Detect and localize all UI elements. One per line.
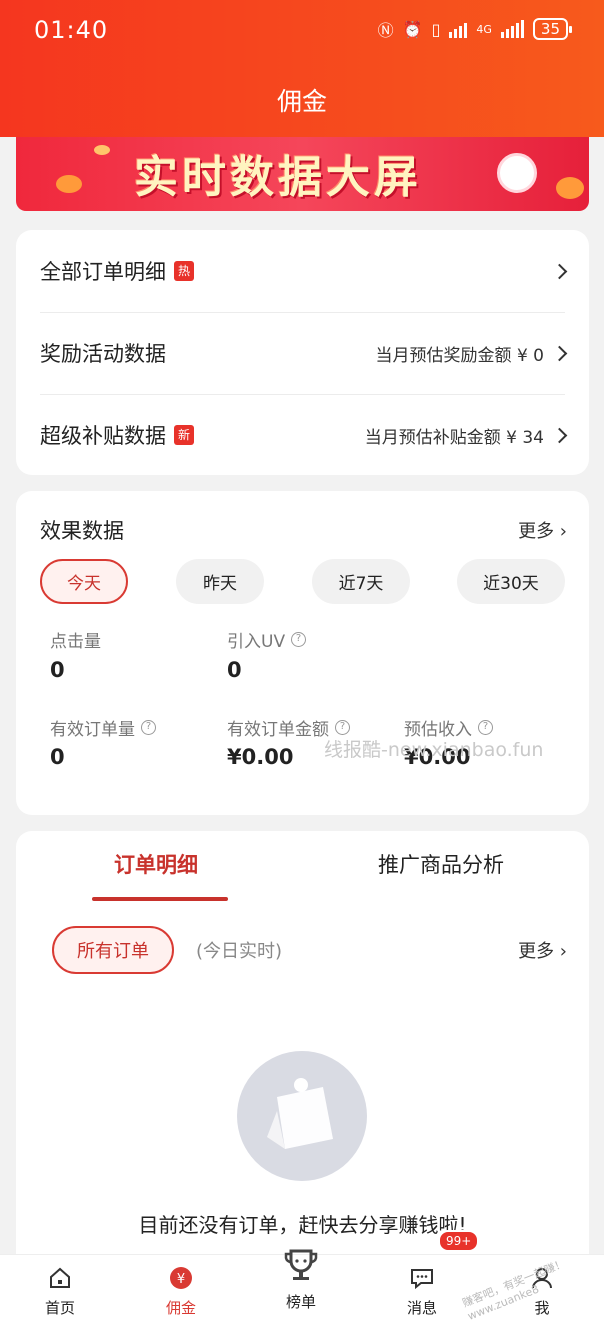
- mascot-icon: [497, 153, 537, 193]
- trophy-icon: [261, 1245, 341, 1285]
- effect-title: 效果数据: [40, 519, 124, 543]
- home-icon: [20, 1265, 100, 1291]
- row-label: 超级补贴数据: [40, 424, 166, 448]
- metric-orders-label: 有效订单量?: [50, 715, 156, 740]
- subsidy-amount: 当月预估补贴金额 ¥ 34: [364, 427, 544, 448]
- watermark-text: 线报酷-new.xianbao.fun: [324, 739, 544, 761]
- message-icon: [382, 1265, 462, 1291]
- metric-clicks-value: 0: [50, 658, 65, 682]
- realtime-hint: (今日实时): [196, 941, 283, 962]
- metric-amount-value: ¥0.00: [227, 745, 294, 769]
- metric-clicks-label: 点击量: [50, 632, 101, 652]
- chevron-right-icon: [551, 345, 568, 361]
- nfc-icon: Ⓝ: [377, 21, 394, 40]
- vibrate-icon: ▯: [431, 19, 441, 39]
- row-right: [544, 263, 568, 279]
- orders-more-link[interactable]: 更多 ›: [518, 937, 567, 963]
- cell-signal-icon: [500, 20, 524, 38]
- super-subsidy-row[interactable]: 超级补贴数据 新 当月预估补贴金额 ¥ 34: [40, 394, 568, 476]
- svg-text:¥: ¥: [177, 1272, 185, 1287]
- metric-uv-label: 引入UV?: [227, 627, 307, 652]
- chevron-right-icon: [551, 427, 568, 443]
- realtime-data-banner[interactable]: 实时数据大屏: [16, 137, 589, 211]
- help-icon[interactable]: ?: [291, 632, 307, 647]
- status-icons: Ⓝ ⏰ ▯ 4G 35: [377, 17, 573, 41]
- metric-uv-value: 0: [227, 658, 242, 682]
- battery-icon: 35: [532, 18, 573, 40]
- data-menu-card: 全部订单明细 热 奖励活动数据 当月预估奖励金额 ¥ 0 超级补贴数据 新 当月…: [16, 230, 589, 475]
- nav-commission[interactable]: ¥ 佣金: [141, 1265, 221, 1318]
- row-right: 当月预估补贴金额 ¥ 34: [364, 423, 568, 448]
- new-tag: 新: [174, 425, 195, 445]
- alarm-icon: ⏰: [402, 19, 423, 39]
- nav-messages[interactable]: 消息: [382, 1265, 462, 1318]
- yuan-icon: ¥: [141, 1265, 221, 1291]
- nav-ranking[interactable]: 榜单: [261, 1245, 341, 1312]
- coin-decoration: [94, 145, 110, 155]
- row-label: 全部订单明细: [40, 260, 166, 284]
- coin-decoration: [556, 177, 584, 199]
- coin-decoration: [56, 175, 82, 193]
- row-right: 当月预估奖励金额 ¥ 0: [375, 341, 568, 366]
- range-30days[interactable]: 近30天: [457, 559, 565, 604]
- effect-data-card: 效果数据 更多 › 今天 昨天 近7天 近30天 点击量 0 引入UV? 0 有…: [16, 491, 589, 815]
- tab-product-analysis[interactable]: 推广商品分析: [378, 849, 504, 879]
- chevron-right-icon: [551, 263, 568, 279]
- reward-activity-row[interactable]: 奖励活动数据 当月预估奖励金额 ¥ 0: [40, 312, 568, 394]
- help-icon[interactable]: ?: [335, 720, 350, 735]
- metric-orders-value: 0: [50, 745, 65, 769]
- banner-title: 实时数据大屏: [134, 152, 422, 203]
- network-type: 4G: [476, 22, 492, 36]
- range-yesterday[interactable]: 昨天: [176, 559, 264, 604]
- wifi-signal-icon: [449, 20, 468, 38]
- range-today[interactable]: 今天: [40, 559, 128, 604]
- app-header: 01:40 Ⓝ ⏰ ▯ 4G 35 佣金: [0, 0, 604, 137]
- all-orders-filter[interactable]: 所有订单: [52, 926, 174, 974]
- empty-orders-icon: [237, 1051, 367, 1181]
- hot-tag: 热: [174, 261, 195, 281]
- tab-order-details[interactable]: 订单明细: [114, 849, 198, 879]
- row-label: 奖励活动数据: [40, 342, 166, 366]
- status-bar: 01:40 Ⓝ ⏰ ▯ 4G 35: [0, 0, 604, 60]
- all-orders-row[interactable]: 全部订单明细 热: [40, 230, 568, 312]
- range-7days[interactable]: 近7天: [312, 559, 410, 604]
- nav-home[interactable]: 首页: [20, 1265, 100, 1318]
- orders-card: 订单明细 推广商品分析 所有订单 (今日实时) 更多 › 目前还没有订单，赶快去…: [16, 831, 589, 1271]
- help-icon[interactable]: ?: [478, 720, 493, 735]
- status-time: 01:40: [34, 16, 109, 44]
- page-title: 佣金: [276, 87, 327, 116]
- reward-amount: 当月预估奖励金额 ¥ 0: [375, 345, 544, 366]
- effect-more-link[interactable]: 更多 ›: [518, 517, 567, 543]
- help-icon[interactable]: ?: [141, 720, 156, 735]
- message-badge: 99+: [438, 1230, 480, 1252]
- active-tab-indicator: [92, 897, 228, 901]
